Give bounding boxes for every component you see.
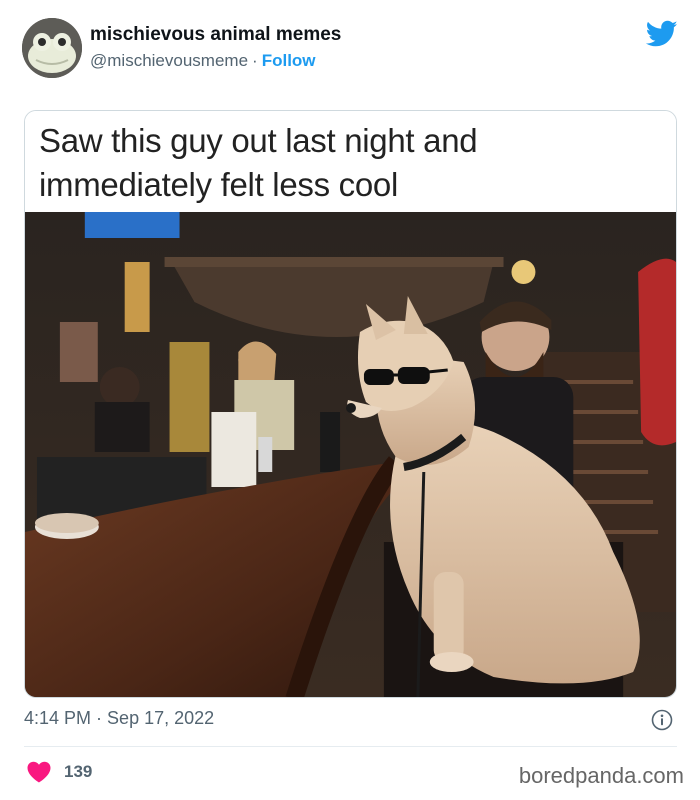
timestamp-separator: ·	[96, 708, 103, 728]
caption-line-2: immediately felt less cool	[39, 166, 399, 203]
heart-icon[interactable]	[27, 761, 51, 783]
author-handle-row: @mischievousmeme · Follow	[90, 51, 316, 71]
divider	[24, 746, 677, 747]
frog-avatar-icon	[22, 18, 82, 78]
author-handle[interactable]: @mischievousmeme	[90, 51, 248, 70]
caption-line-1: Saw this guy out last night and	[39, 122, 478, 159]
avatar[interactable]	[22, 18, 82, 78]
handle-separator: ·	[252, 51, 258, 70]
tweet-time: 4:14 PM	[24, 708, 92, 728]
tweet-date: Sep 17, 2022	[107, 708, 215, 728]
follow-button[interactable]: Follow	[262, 51, 316, 70]
tweet-media[interactable]: Saw this guy out last night and immediat…	[24, 110, 677, 698]
author-display-name[interactable]: mischievous animal memes	[90, 24, 341, 46]
like-count: 139	[64, 762, 93, 781]
meme-caption: Saw this guy out last night and immediat…	[25, 111, 676, 212]
twitter-bird-icon[interactable]	[646, 20, 678, 48]
dog-in-sunglasses-at-bar-photo	[25, 212, 676, 697]
info-icon[interactable]	[651, 709, 673, 731]
tweet-timestamp[interactable]: 4:14 PM · Sep 17, 2022	[24, 708, 214, 729]
boredpanda-watermark: boredpanda.com	[518, 763, 684, 788]
